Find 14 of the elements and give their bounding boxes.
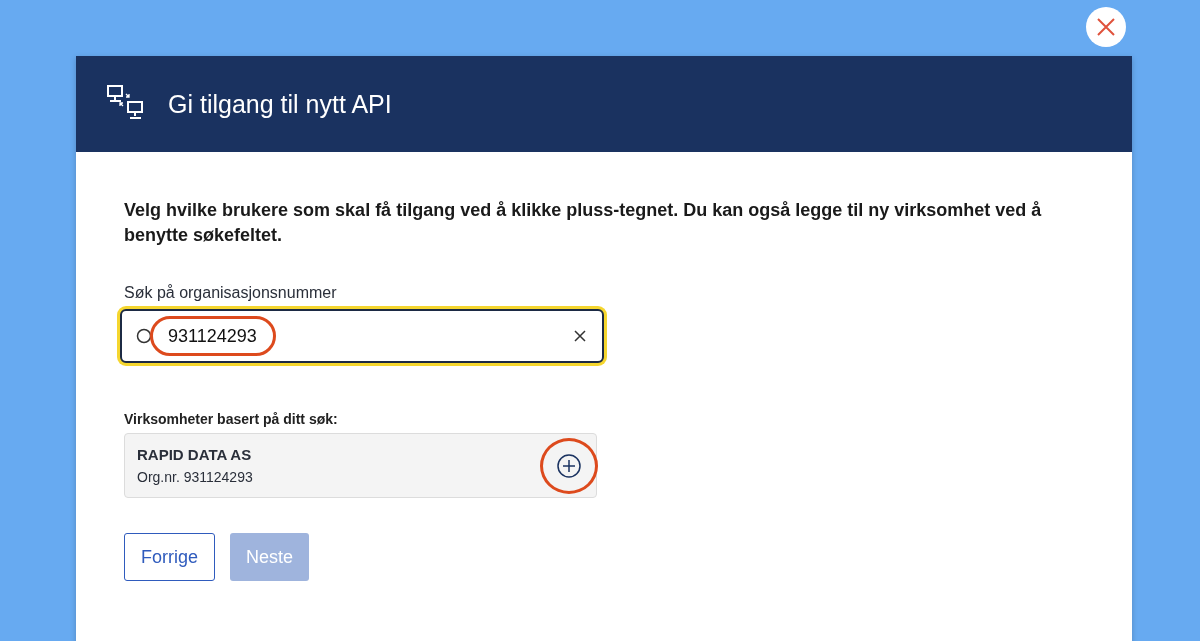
- instruction-text: Velg hvilke brukere som skal få tilgang ved å klikke pluss-tegnet. Du kan også legge til ny virksomhet ved å benytte søkefeltet.: [124, 199, 1043, 247]
- search-label: Søk på organisasjonsnummer: [124, 284, 338, 302]
- clear-icon[interactable]: [574, 330, 586, 342]
- results-label: Virksomheter basert på ditt søk:: [124, 411, 339, 427]
- plus-circle-icon: [557, 453, 581, 478]
- search-icon: [136, 328, 152, 344]
- close-icon: [1096, 17, 1116, 37]
- add-button[interactable]: [557, 453, 581, 478]
- dialog-title: Gi tilgang til nytt API: [168, 89, 392, 119]
- close-button[interactable]: [1086, 7, 1126, 47]
- company-name: RAPID DATA AS: [137, 446, 253, 463]
- back-button[interactable]: Forrige: [124, 533, 215, 581]
- org-number: Org.nr. 931124293: [137, 469, 254, 485]
- search-field[interactable]: 931124293: [120, 309, 604, 363]
